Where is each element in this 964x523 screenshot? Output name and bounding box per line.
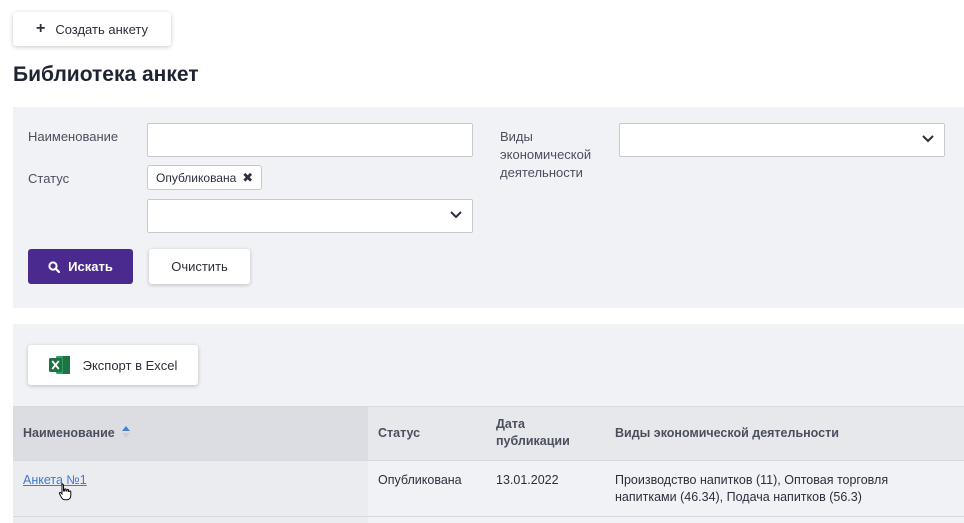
search-button[interactable]: Искать	[28, 249, 133, 284]
cell-name: Анкета №1	[23, 472, 87, 489]
chevron-down-icon	[922, 135, 934, 143]
export-excel-button[interactable]: Экспорт в Excel	[28, 345, 198, 385]
cell-status: Опубликована	[378, 473, 462, 487]
clear-button-label: Очистить	[171, 259, 228, 274]
chevron-down-icon	[450, 211, 462, 219]
questionnaire-link[interactable]: Анкета №1	[23, 473, 87, 487]
column-header-name-label: Наименование	[23, 426, 115, 440]
column-header-date[interactable]: Дата публикации	[496, 416, 596, 450]
cell-activities: Производство напитков (11), Оптовая торг…	[615, 473, 889, 504]
create-questionnaire-button[interactable]: + Создать анкету	[13, 12, 171, 46]
plus-icon: +	[35, 20, 46, 37]
search-button-label: Искать	[68, 259, 113, 274]
hand-cursor-icon	[58, 483, 72, 501]
activity-select[interactable]	[619, 123, 945, 157]
activity-filter-label: Виды экономической деятельности	[500, 129, 592, 180]
close-icon[interactable]: ✖	[242, 170, 253, 186]
table-header: Наименование Статус Дата публикации Виды…	[13, 406, 964, 461]
create-questionnaire-label: Создать анкету	[55, 21, 148, 37]
export-excel-label: Экспорт в Excel	[82, 357, 178, 373]
page-title: Библиотека анкет	[13, 63, 199, 86]
table-row	[13, 517, 964, 523]
results-panel: Экспорт в Excel Наименование Статус Дата…	[13, 324, 964, 523]
name-filter-input[interactable]	[147, 123, 473, 157]
excel-icon	[48, 356, 70, 374]
sort-asc-icon	[122, 426, 131, 438]
status-tag: Опубликована ✖	[147, 165, 263, 190]
filter-panel: Наименование Статус Опубликована ✖ Виды …	[13, 107, 964, 308]
status-select[interactable]	[147, 199, 473, 233]
status-tag-label: Опубликована	[156, 170, 237, 185]
clear-button[interactable]: Очистить	[149, 249, 250, 284]
status-filter-label: Статус	[28, 171, 70, 186]
cell-date: 13.01.2022	[496, 473, 559, 487]
column-header-activities[interactable]: Виды экономической деятельности	[615, 425, 839, 442]
column-header-status[interactable]: Статус	[378, 425, 420, 442]
name-filter-label: Наименование	[28, 129, 119, 144]
table-row: Анкета №1 Опубликована 13.01.2022 Произв…	[13, 461, 964, 517]
search-icon	[48, 260, 61, 273]
column-header-name[interactable]: Наименование	[23, 425, 131, 442]
sorted-column-highlight	[13, 517, 368, 523]
